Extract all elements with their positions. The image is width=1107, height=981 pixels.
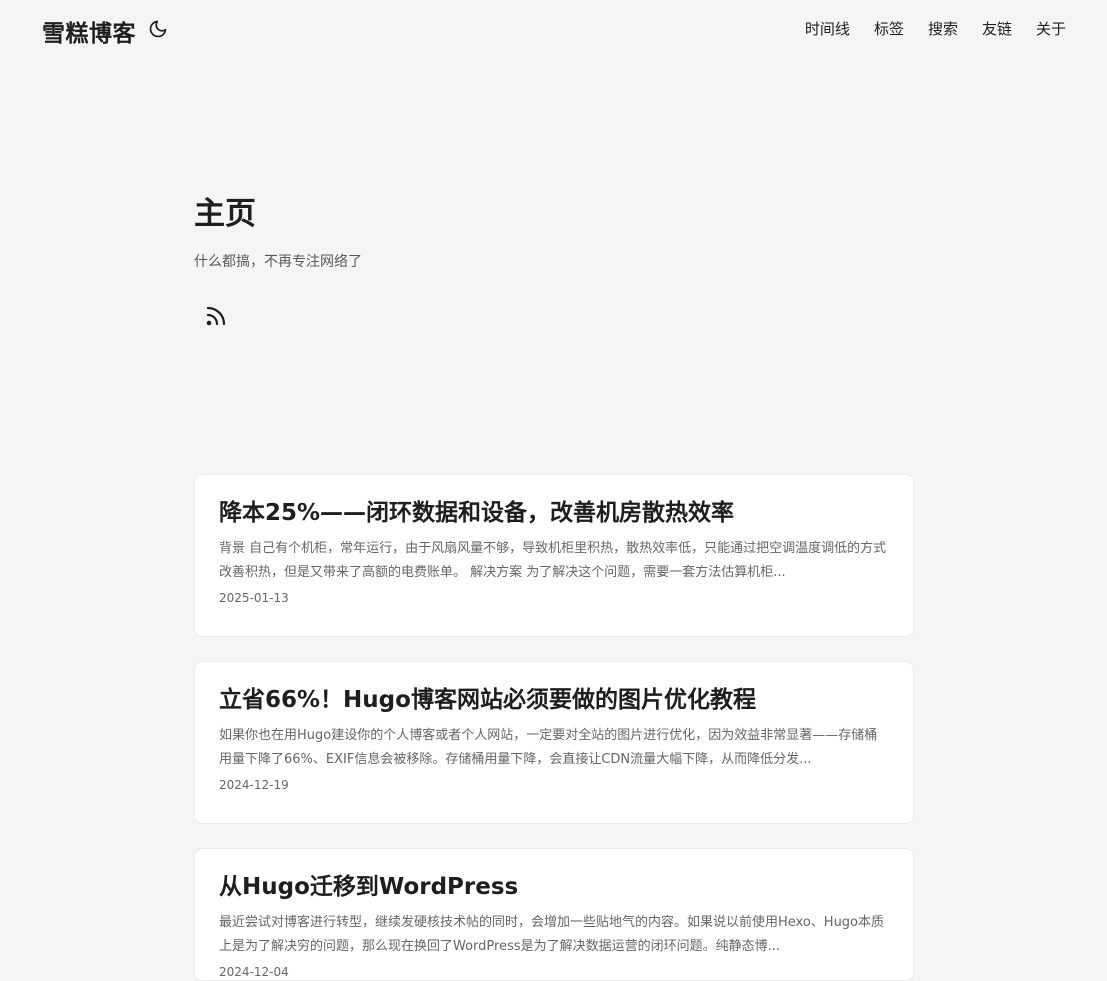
page-title: 主页 xyxy=(194,196,256,232)
page-subtitle: 什么都搞，不再专注网络了 xyxy=(194,254,362,271)
nav-item-tags[interactable]: 标签 xyxy=(874,18,904,39)
post-date: 2024-12-04 xyxy=(219,964,289,979)
post-card[interactable]: 从Hugo迁移到WordPress 最近尝试对博客进行转型，继续发硬核技术帖的同… xyxy=(194,848,914,981)
main-nav: 时间线 标签 搜索 友链 关于 xyxy=(805,18,1066,39)
post-excerpt: 最近尝试对博客进行转型，继续发硬核技术帖的同时，会增加一些贴地气的内容。如果说以… xyxy=(219,914,885,954)
post-title: 立省66%！Hugo博客网站必须要做的图片优化教程 xyxy=(219,687,756,713)
nav-item-timeline[interactable]: 时间线 xyxy=(805,18,850,39)
nav-item-links[interactable]: 友链 xyxy=(982,18,1012,39)
post-card[interactable]: 立省66%！Hugo博客网站必须要做的图片优化教程 如果你也在用Hugo建设你的… xyxy=(194,661,914,824)
post-card[interactable]: 降本25%——闭环数据和设备，改善机房散热效率 背景 自己有个机柜，常年运行，由… xyxy=(194,474,914,637)
site-header: 雪糕博客 时间线 标签 搜索 友链 关于 xyxy=(0,0,1107,60)
post-title: 从Hugo迁移到WordPress xyxy=(219,874,519,900)
post-title: 降本25%——闭环数据和设备，改善机房散热效率 xyxy=(219,500,735,526)
site-logo[interactable]: 雪糕博客 xyxy=(42,14,136,48)
nav-item-about[interactable]: 关于 xyxy=(1036,18,1066,39)
post-excerpt: 背景 自己有个机柜，常年运行，由于风扇风量不够，导致机柜里积热，散热效率低，只能… xyxy=(219,540,887,580)
post-excerpt: 如果你也在用Hugo建设你的个人博客或者个人网站，一定要对全站的图片进行优化，因… xyxy=(219,727,878,767)
rss-icon[interactable] xyxy=(204,304,228,328)
home-info: 主页 什么都搞，不再专注网络了 xyxy=(194,196,914,271)
nav-item-search[interactable]: 搜索 xyxy=(928,18,958,39)
post-date: 2024-12-19 xyxy=(219,777,289,792)
moon-icon[interactable] xyxy=(148,19,168,39)
post-date: 2025-01-13 xyxy=(219,590,289,605)
